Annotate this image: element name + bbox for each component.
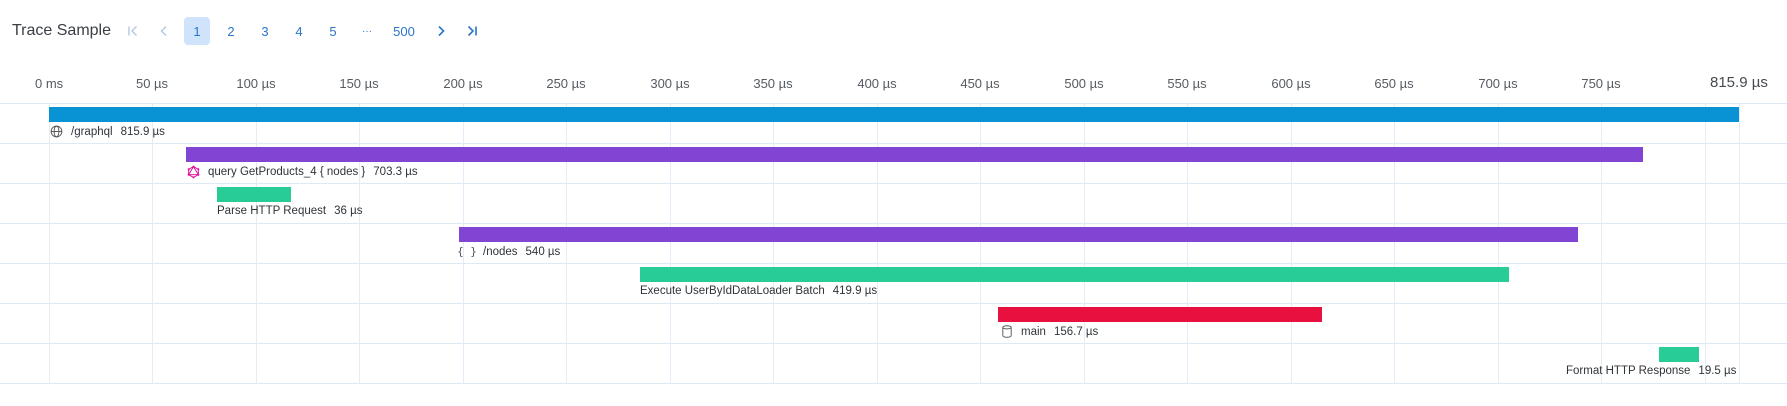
- grid-row-line: [0, 223, 1787, 224]
- graphql-icon: [187, 165, 200, 178]
- grid-col-line: [49, 103, 50, 384]
- span-duration: 419.9 µs: [832, 285, 878, 297]
- next-page-button[interactable]: [424, 17, 458, 45]
- grid-row-line: [0, 303, 1787, 304]
- axis-tick: 550 µs: [1167, 76, 1207, 91]
- grid-col-line: [1394, 103, 1395, 384]
- span-bar-dataloader-batch[interactable]: [640, 267, 1509, 282]
- grid-col-line: [359, 103, 360, 384]
- time-axis: 0 ms 50 µs 100 µs 150 µs 200 µs 250 µs 3…: [0, 72, 1787, 94]
- grid-col-line: [1739, 103, 1740, 384]
- span-bar-db-main[interactable]: [998, 307, 1322, 322]
- page-title: Trace Sample: [12, 22, 111, 39]
- grid-row-line: [0, 143, 1787, 144]
- span-duration: 19.5 µs: [1698, 365, 1737, 377]
- grid-col-line: [773, 103, 774, 384]
- axis-tick: 450 µs: [960, 76, 1000, 91]
- axis-tick: 600 µs: [1271, 76, 1311, 91]
- axis-tick: 50 µs: [135, 76, 169, 91]
- span-bar-graphql-request[interactable]: [49, 107, 1739, 122]
- span-label: { } /nodes 540 µs: [457, 245, 561, 258]
- span-label: /graphql 815.9 µs: [50, 125, 165, 138]
- span-label: Execute UserByIdDataLoader Batch 419.9 µ…: [640, 285, 877, 297]
- span-duration: 540 µs: [525, 245, 561, 258]
- span-bar-format-http[interactable]: [1659, 347, 1699, 362]
- page-button-4[interactable]: 4: [282, 17, 316, 45]
- globe-icon: [50, 125, 63, 138]
- trace-view: Trace Sample 1 2 3 4 5 ··· 500 0 ms 50 µ…: [0, 0, 1787, 406]
- grid-col-line: [1498, 103, 1499, 384]
- grid-col-line: [463, 103, 464, 384]
- span-bar-nodes[interactable]: [459, 227, 1578, 242]
- span-name: /graphql: [71, 125, 113, 138]
- span-duration: 703.3 µs: [373, 165, 418, 178]
- first-page-icon: [128, 26, 137, 36]
- span-name: Execute UserByIdDataLoader Batch: [640, 285, 825, 297]
- span-name: main: [1021, 325, 1046, 338]
- page-button-3[interactable]: 3: [248, 17, 282, 45]
- grid-col-line: [1601, 103, 1602, 384]
- axis-tick: 350 µs: [753, 76, 793, 91]
- first-page-button[interactable]: [118, 17, 148, 45]
- span-label: query GetProducts_4 { nodes } 703.3 µs: [187, 165, 418, 178]
- axis-tick: 500 µs: [1064, 76, 1104, 91]
- axis-tick: 200 µs: [443, 76, 483, 91]
- grid-row-line: [0, 383, 1787, 384]
- grid-col-line: [670, 103, 671, 384]
- span-name: Format HTTP Response: [1566, 365, 1691, 377]
- trace-header: Trace Sample: [12, 18, 127, 44]
- axis-tick: 400 µs: [857, 76, 897, 91]
- span-bar-parse-http[interactable]: [217, 187, 291, 202]
- axis-tick: 100 µs: [236, 76, 276, 91]
- grid-col-line: [1291, 103, 1292, 384]
- grid-col-line: [1187, 103, 1188, 384]
- page-button-500[interactable]: 500: [384, 17, 424, 45]
- prev-page-button[interactable]: [148, 17, 180, 45]
- page-button-2[interactable]: 2: [214, 17, 248, 45]
- span-bar-graphql-query[interactable]: [186, 147, 1643, 162]
- axis-tick: 300 µs: [650, 76, 690, 91]
- database-icon: [1000, 325, 1013, 338]
- braces-icon: { }: [457, 245, 477, 258]
- axis-tick: 700 µs: [1478, 76, 1518, 91]
- span-duration: 36 µs: [334, 205, 363, 217]
- grid-col-line: [152, 103, 153, 384]
- grid-col-line: [566, 103, 567, 384]
- grid-col-line: [1084, 103, 1085, 384]
- grid-row-line: [0, 263, 1787, 264]
- axis-tick: 0 ms: [35, 76, 64, 91]
- axis-tick-end: 815.9 µs: [1710, 74, 1768, 91]
- grid-row-line: [0, 183, 1787, 184]
- chevron-left-icon: [160, 26, 167, 36]
- span-label: Format HTTP Response 19.5 µs: [1566, 365, 1736, 377]
- span-label: Parse HTTP Request 36 µs: [217, 205, 362, 217]
- span-label: main 156.7 µs: [1000, 325, 1098, 338]
- axis-tick: 650 µs: [1374, 76, 1414, 91]
- span-name: query GetProducts_4 { nodes }: [208, 165, 366, 178]
- grid-col-line: [1705, 103, 1706, 384]
- grid-col-line: [256, 103, 257, 384]
- page-button-5[interactable]: 5: [316, 17, 350, 45]
- axis-tick: 750 µs: [1581, 76, 1621, 91]
- span-name: Parse HTTP Request: [217, 205, 327, 217]
- pagination: 1 2 3 4 5 ··· 500: [118, 17, 486, 45]
- grid-row-line: [0, 103, 1787, 104]
- chevron-right-icon: [438, 25, 445, 37]
- grid-col-line: [980, 103, 981, 384]
- span-duration: 156.7 µs: [1053, 325, 1099, 338]
- axis-tick: 250 µs: [546, 76, 586, 91]
- last-page-button[interactable]: [458, 17, 486, 45]
- axis-tick: 150 µs: [339, 76, 379, 91]
- span-name: /nodes: [483, 245, 518, 258]
- grid-row-line: [0, 343, 1787, 344]
- page-button-1[interactable]: 1: [184, 17, 210, 45]
- last-page-icon: [467, 25, 477, 37]
- page-ellipsis: ···: [362, 25, 372, 37]
- grid-col-line: [877, 103, 878, 384]
- timeline-grid: /graphql 815.9 µs query GetProducts_4 { …: [0, 103, 1787, 384]
- span-duration: 815.9 µs: [120, 125, 165, 138]
